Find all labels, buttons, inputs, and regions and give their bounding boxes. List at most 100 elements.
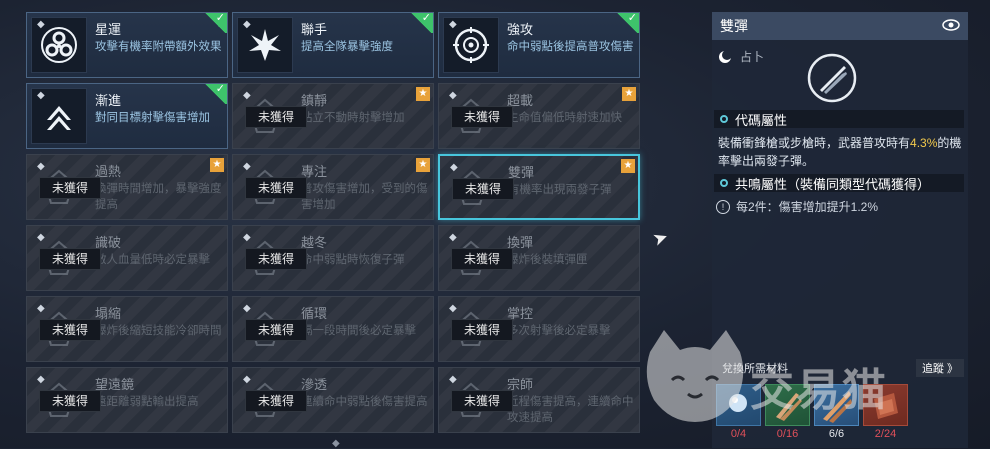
track-button[interactable]: 追蹤 》 [915, 359, 964, 377]
section-code-attr-title: 代碼屬性 [735, 112, 788, 128]
rarity-marker-icon: ◆ [449, 374, 457, 385]
material-count: 6/6 [828, 428, 845, 440]
locked-label: 未獲得 [451, 390, 513, 412]
locked-label: 未獲得 [245, 248, 307, 270]
materials-label: 兌換所需材料 [722, 363, 788, 375]
code-card[interactable]: ◆ 循環 隔一段時間後必定暴擊 未獲得 [232, 296, 434, 362]
code-card[interactable]: ◆ 強攻 命中弱點後提高普攻傷害 ✓ [438, 12, 640, 78]
material-item[interactable]: 0/16 [765, 384, 810, 448]
code-card-desc: 生命值偏低時射速加快 [507, 112, 622, 124]
rarity-marker-icon: ◆ [37, 161, 45, 172]
locked-label: 未獲得 [451, 319, 513, 341]
code-card-title: 漸進 [95, 93, 122, 108]
code-card[interactable]: ◆ 越冬 命中弱點時恢復子彈 未獲得 [232, 225, 434, 291]
code-card[interactable]: ◆ 星運 攻擊有機率附帶額外效果 ✓ [26, 12, 228, 78]
code-card[interactable]: ◆ 雙彈 有機率出現兩發子彈 未獲得 ★ [438, 154, 640, 220]
code-card[interactable]: ◆ 超載 生命值偏低時射速加快 未獲得 ★ [438, 83, 640, 149]
code-card-desc: 命中弱點時恢復子彈 [301, 254, 405, 266]
section-code-attr: 代碼屬性 [714, 110, 964, 128]
code-type-label: 占卜 [740, 50, 765, 64]
section-resonance: 共鳴屬性（裝備同類型代碼獲得） [714, 174, 964, 192]
material-item[interactable]: 6/6 [814, 384, 859, 448]
code-card-desc: 爆炸後縮短技能冷卻時間 [95, 325, 222, 337]
code-card-desc: 對同目標射擊傷害增加 [95, 112, 210, 124]
rarity-marker-icon: ◆ [449, 19, 457, 30]
code-card[interactable]: ◆ 掌控 多次射擊後必定暴擊 未獲得 [438, 296, 640, 362]
code-card-desc: 普攻傷害增加，受到的傷害增加 [301, 183, 428, 211]
rarity-marker-icon: ◆ [449, 232, 457, 243]
check-icon: ✓ [203, 84, 227, 104]
code-card-desc: 連續命中弱點後傷害提高 [301, 396, 428, 408]
rarity-marker-icon: ◆ [243, 19, 251, 30]
code-card[interactable]: ◆ 滲透 連續命中弱點後傷害提高 未獲得 [232, 367, 434, 433]
locked-label: 未獲得 [245, 177, 307, 199]
locked-label: 未獲得 [451, 106, 513, 128]
attr-highlight: 4.3% [910, 136, 938, 150]
bullet-dot-icon [720, 179, 728, 187]
code-card-desc: 有機率出現兩發子彈 [508, 184, 612, 196]
material-claw-icon [765, 384, 810, 426]
code-card[interactable]: ◆ 宗師 近程傷害提高，連續命中攻速提高 未獲得 [438, 367, 640, 433]
material-item[interactable]: 0/4 [716, 384, 761, 448]
bullet-dot-icon [720, 115, 728, 123]
code-card-title: 強攻 [507, 22, 534, 37]
moon-icon [719, 49, 732, 63]
code-card-desc: 多次射擊後必定暴擊 [507, 325, 611, 337]
check-icon: ✓ [203, 13, 227, 33]
double-bullet-icon [807, 53, 857, 103]
material-count: 0/4 [730, 428, 747, 440]
attr-text-pre: 裝備衝鋒槍或步槍時，武器普攻時有 [718, 136, 911, 150]
rarity-marker-icon: ◆ [37, 19, 45, 30]
locked-label: 未獲得 [245, 106, 307, 128]
star-icon: ★ [621, 159, 635, 173]
material-orb-icon [716, 384, 761, 426]
code-card-desc: 近程傷害提高，連續命中攻速提高 [507, 396, 634, 424]
code-attr-text: 裝備衝鋒槍或步槍時，武器普攻時有4.3%的機率擊出兩發子彈。 [718, 134, 964, 170]
rarity-marker-icon: ◆ [37, 90, 45, 101]
locked-label: 未獲得 [39, 319, 101, 341]
locked-label: 未獲得 [39, 390, 101, 412]
rarity-marker-icon: ◆ [243, 303, 251, 314]
section-resonance-title: 共鳴屬性（裝備同類型代碼獲得） [735, 176, 931, 192]
material-feather-icon [814, 384, 859, 426]
locked-label: 未獲得 [452, 178, 514, 200]
panel-title: 雙彈 [720, 18, 748, 34]
code-card-desc: 站立不動時射擊增加 [301, 112, 405, 124]
material-count: 0/16 [776, 428, 799, 440]
code-card[interactable]: ◆ 漸進對同目標射擊傷害增加 ✓ [26, 83, 228, 149]
materials-bar: 兌換所需材料 追蹤 》 [712, 358, 968, 378]
code-card[interactable]: ◆ 鎮靜 站立不動時射擊增加 未獲得 ★ [232, 83, 434, 149]
star-icon: ★ [416, 158, 430, 172]
check-icon: ✓ [409, 13, 433, 33]
rarity-marker-icon: ◆ [243, 374, 251, 385]
detail-panel: 雙彈 占卜 代碼屬性 裝備衝鋒槍或步槍時，武器普攻時有4.3%的機率擊出兩發子彈… [712, 12, 968, 448]
scroll-indicator-icon: ◆ [332, 438, 340, 449]
code-grid: ◆ 星運 攻擊有機率附帶額外效果 ✓ ◆ 聯手 提高全隊暴擊強度 ✓ ◆ 強攻 命中弱點後提高普攻傷… [26, 12, 642, 448]
resonance-bonus-text: 每2件：傷害增加提升1.2% [736, 200, 879, 214]
material-item[interactable]: 2/24 [863, 384, 908, 448]
code-card[interactable]: ◆ 望遠鏡 遠距離弱點輸出提高 未獲得 [26, 367, 228, 433]
material-hide-icon [863, 384, 908, 426]
eye-icon[interactable] [942, 19, 960, 33]
star-icon: ★ [210, 158, 224, 172]
code-card-desc: 換彈時間增加，暴擊強度提高 [95, 183, 222, 211]
code-card[interactable]: ◆ 聯手 提高全隊暴擊強度 ✓ [232, 12, 434, 78]
locked-label: 未獲得 [245, 390, 307, 412]
rarity-marker-icon: ◆ [37, 374, 45, 385]
code-card[interactable]: ◆ 識破 敵人血量低時必定暴擊 未獲得 [26, 225, 228, 291]
code-card[interactable]: ◆ 塌縮 爆炸後縮短技能冷卻時間 未獲得 [26, 296, 228, 362]
code-card[interactable]: ◆ 換彈 爆炸後裝填彈匣 未獲得 [438, 225, 640, 291]
code-card-title: 星運 [95, 22, 122, 37]
code-card[interactable]: ◆ 專注 普攻傷害增加，受到的傷害增加 未獲得 ★ [232, 154, 434, 220]
star-icon: ★ [622, 87, 636, 101]
code-type: 占卜 [718, 48, 764, 65]
materials-list: 0/4 0/16 6/6 2/24 [716, 384, 956, 448]
mouse-cursor-icon: ➤ [649, 226, 671, 251]
rarity-marker-icon: ◆ [449, 303, 457, 314]
code-card[interactable]: ◆ 過熱 換彈時間增加，暴擊強度提高 未獲得 ★ [26, 154, 228, 220]
rarity-marker-icon: ◆ [37, 303, 45, 314]
rarity-marker-icon: ◆ [243, 90, 251, 101]
material-count: 2/24 [874, 428, 897, 440]
resonance-bonus: ! 每2件：傷害增加提升1.2% [716, 198, 878, 215]
rarity-marker-icon: ◆ [243, 161, 251, 172]
